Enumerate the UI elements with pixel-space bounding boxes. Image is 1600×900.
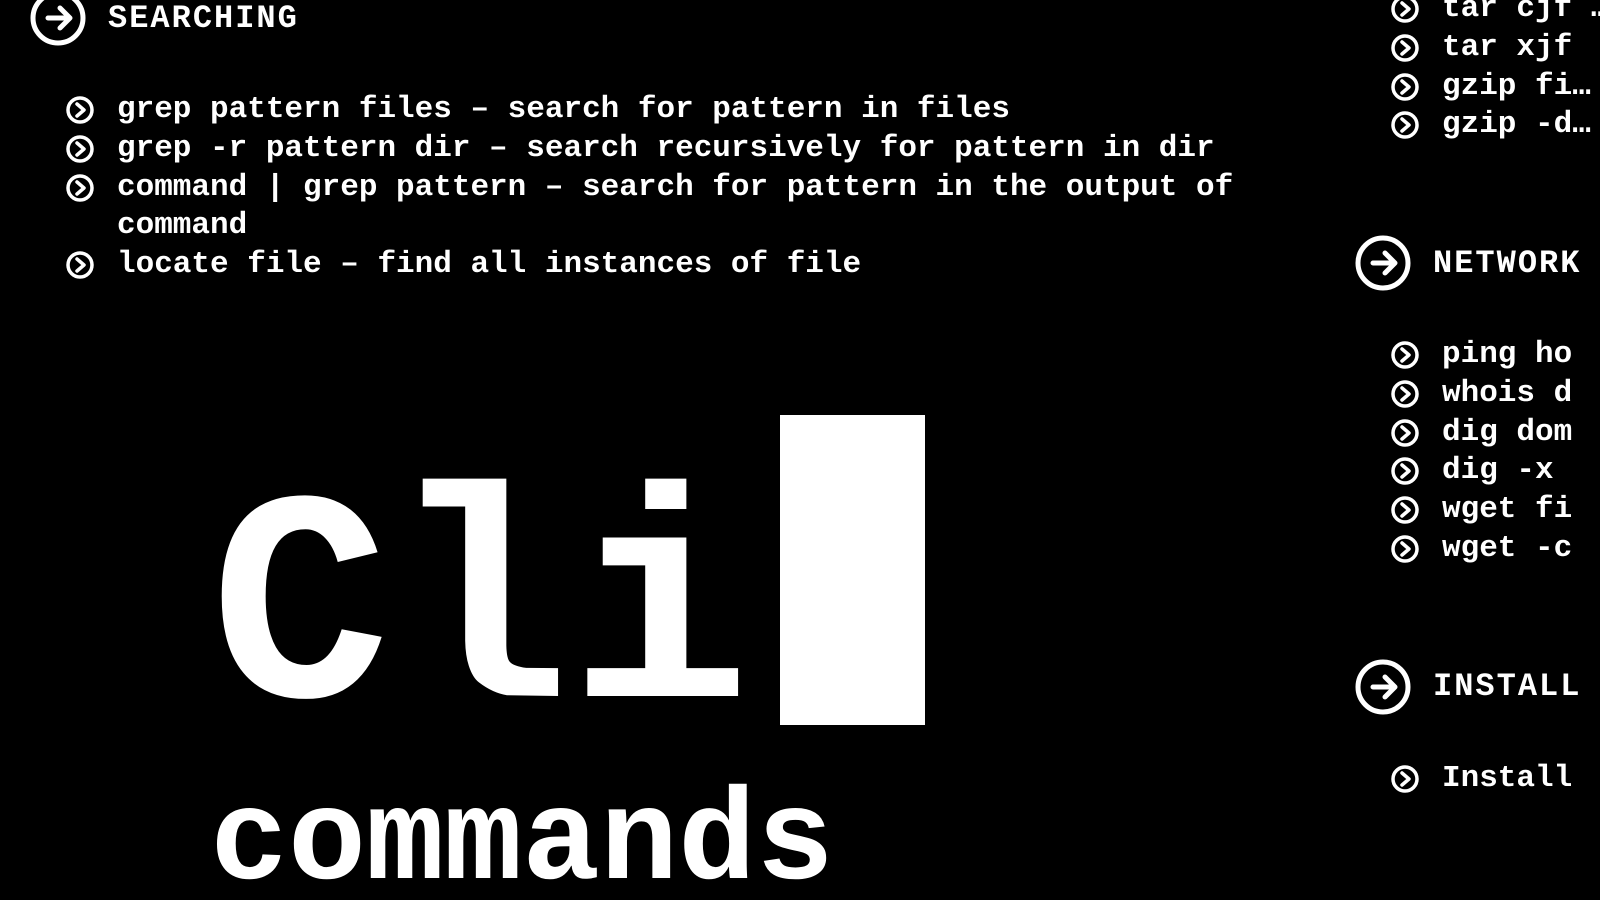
item-text: gzip -d… file [1442, 106, 1600, 145]
cursor-block-icon [780, 415, 925, 725]
logo-sub-text: commands [210, 780, 925, 900]
item-text: wget -c [1442, 530, 1572, 569]
chevron-right-circle-icon [1390, 418, 1420, 448]
list-item: whois d [1390, 375, 1600, 414]
list-item: dig -x [1390, 452, 1600, 491]
chevron-right-circle-icon [1390, 495, 1420, 525]
section-title-installation: INSTALL [1433, 668, 1581, 705]
chevron-right-circle-icon [1390, 110, 1420, 140]
item-text: grep -r pattern dir – search recursively… [117, 130, 1215, 169]
list-item: command | grep pattern – search for patt… [65, 169, 1330, 247]
list-item: locate file – find all instances of file [65, 246, 1330, 285]
list-item: ping ho [1390, 336, 1600, 375]
item-text: locate file – find all instances of file [117, 246, 861, 285]
section-networking: NETWORK ping ho whois d [1355, 235, 1600, 569]
arrow-right-circle-icon [30, 0, 86, 46]
section-installation: INSTALL Install [1355, 659, 1600, 799]
chevron-right-circle-icon [1390, 72, 1420, 102]
chevron-right-circle-icon [65, 95, 95, 125]
arrow-right-circle-icon [1355, 659, 1411, 715]
list-item: Install [1390, 760, 1600, 799]
chevron-right-circle-icon [1390, 33, 1420, 63]
item-text: command | grep pattern – search for patt… [117, 169, 1297, 247]
logo-main-text: Cli [210, 490, 750, 745]
list-item: wget -c [1390, 530, 1600, 569]
section-header: NETWORK [1355, 235, 1600, 291]
item-text: tar cjf … compres [1442, 0, 1600, 29]
item-text: gzip fi… file.gz [1442, 68, 1600, 107]
item-text: wget fi [1442, 491, 1572, 530]
list-item: grep -r pattern dir – search recursively… [65, 130, 1330, 169]
item-text: grep pattern files – search for pattern … [117, 91, 1010, 130]
item-text: Install [1442, 760, 1572, 799]
list-item: tar cjf … compres [1390, 0, 1600, 29]
list-item: gzip -d… file [1390, 106, 1600, 145]
chevron-right-circle-icon [65, 134, 95, 164]
cli-logo: Cli commands [210, 425, 925, 900]
chevron-right-circle-icon [1390, 764, 1420, 794]
chevron-right-circle-icon [1390, 534, 1420, 564]
section-title-searching: SEARCHING [108, 0, 299, 37]
section-header: INSTALL [1355, 659, 1600, 715]
chevron-right-circle-icon [65, 250, 95, 280]
section-searching: SEARCHING grep pattern files – search fo… [30, 0, 1330, 285]
chevron-right-circle-icon [1390, 0, 1420, 24]
chevron-right-circle-icon [1390, 379, 1420, 409]
list-item: tar xjf [1390, 29, 1600, 68]
item-text: tar xjf [1442, 29, 1572, 68]
list-item: grep pattern files – search for pattern … [65, 91, 1330, 130]
item-text: dig -x [1442, 452, 1554, 491]
section-header: SEARCHING [30, 0, 1330, 46]
chevron-right-circle-icon [65, 173, 95, 203]
arrow-right-circle-icon [1355, 235, 1411, 291]
item-text: dig dom [1442, 414, 1572, 453]
list-item: dig dom [1390, 414, 1600, 453]
item-text: ping ho [1442, 336, 1572, 375]
item-text: whois d [1442, 375, 1572, 414]
chevron-right-circle-icon [1390, 456, 1420, 486]
section-compression-partial: tar cjf … compres tar xjf gzip fi… file.… [1355, 0, 1600, 145]
chevron-right-circle-icon [1390, 340, 1420, 370]
section-title-networking: NETWORK [1433, 245, 1581, 282]
list-item: gzip fi… file.gz [1390, 68, 1600, 107]
list-item: wget fi [1390, 491, 1600, 530]
